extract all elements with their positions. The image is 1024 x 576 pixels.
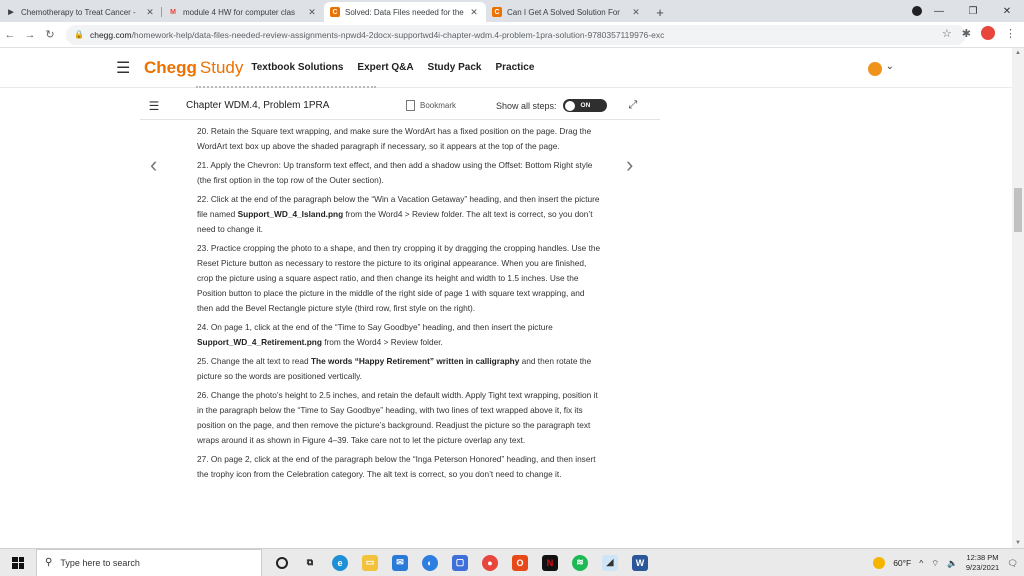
- step-25: 25. Change the alt text to read The word…: [197, 356, 592, 381]
- step-21: 21. Apply the Chevron: Up transform text…: [197, 160, 593, 185]
- taskbar-search-input[interactable]: ⚲ Type here to search: [36, 548, 262, 576]
- menu-dots-icon[interactable]: ⋮: [1005, 27, 1016, 40]
- problem-title: Chapter WDM.4, Problem 1PRA: [186, 100, 330, 111]
- step-23: 23. Practice cropping the photo to a sha…: [197, 243, 601, 313]
- chegg-icon: C: [330, 7, 340, 17]
- browser-tab-1[interactable]: ▶ Chemotherapy to Treat Cancer - ✕: [0, 2, 162, 22]
- weather-icon[interactable]: [873, 557, 886, 569]
- new-tab-button[interactable]: +: [650, 2, 670, 22]
- browser-tab-4[interactable]: C Can I Get A Solved Solution For ✕: [486, 2, 648, 22]
- bookmark-button[interactable]: Bookmark: [406, 100, 496, 111]
- show-steps-toggle[interactable]: ON: [562, 99, 607, 112]
- bookmark-icon: [406, 100, 415, 111]
- office-icon[interactable]: O: [512, 554, 528, 571]
- step-26: 26. Change the photo’s height to 2.5 inc…: [197, 390, 598, 445]
- tray-chevron-icon[interactable]: ^: [919, 558, 923, 568]
- cut-off-text: [196, 86, 376, 90]
- nav-expert-qa[interactable]: Expert Q&A: [357, 62, 413, 73]
- minimize-icon[interactable]: —: [922, 6, 956, 17]
- extensions-icon[interactable]: ✱: [962, 27, 971, 40]
- volume-icon[interactable]: 🔈: [947, 558, 958, 569]
- file-explorer-icon[interactable]: ▭: [362, 554, 378, 571]
- profile-icon[interactable]: [912, 6, 922, 16]
- close-icon[interactable]: ✕: [306, 7, 318, 18]
- word-icon[interactable]: W: [632, 554, 648, 571]
- sticky-notes-icon[interactable]: ◢: [602, 554, 618, 571]
- step-24: 24. On page 1, click at the end of the “…: [197, 322, 553, 347]
- chrome-icon[interactable]: ●: [482, 554, 498, 571]
- previous-step-icon[interactable]: ‹: [150, 152, 157, 178]
- reload-icon[interactable]: ↻: [40, 28, 60, 41]
- step-20: 20. Retain the Square text wrapping, and…: [197, 126, 592, 151]
- close-window-icon[interactable]: ✕: [990, 6, 1024, 17]
- nav-practice[interactable]: Practice: [495, 62, 534, 73]
- edge-icon[interactable]: e: [332, 554, 348, 571]
- close-icon[interactable]: ✕: [144, 7, 156, 18]
- gmail-icon: M: [170, 8, 176, 16]
- problem-toolbar: ☰ Chapter WDM.4, Problem 1PRA Bookmark S…: [140, 92, 660, 120]
- cortana-icon[interactable]: [276, 556, 288, 569]
- windows-logo-icon: [12, 556, 24, 569]
- extension-avatar-icon[interactable]: [981, 26, 995, 40]
- back-icon[interactable]: ←: [0, 29, 20, 41]
- avatar[interactable]: [868, 62, 882, 76]
- mail-icon[interactable]: ✉: [392, 554, 408, 571]
- network-icon[interactable]: ⌔: [931, 558, 939, 569]
- window-controls: — ❐ ✕: [922, 0, 1024, 22]
- notification-icon[interactable]: 🗨: [1007, 558, 1018, 569]
- maximize-icon[interactable]: ❐: [956, 6, 990, 17]
- nav-study-pack[interactable]: Study Pack: [428, 62, 482, 73]
- site-header: ☰ Chegg Study Textbook Solutions Expert …: [0, 48, 1012, 88]
- system-tray: 60°F ^ ⌔ 🔈 12:38 PM 9/23/2021 🗨: [873, 549, 1024, 576]
- address-bar: ← → ↻ 🔒 chegg.com/homework-help/data-fil…: [0, 22, 1024, 48]
- weather-temp[interactable]: 60°F: [893, 558, 911, 568]
- expand-icon[interactable]: ⤢: [629, 99, 638, 112]
- url-input[interactable]: 🔒 chegg.com/homework-help/data-files-nee…: [66, 24, 966, 45]
- task-view-icon[interactable]: ⧉: [302, 555, 318, 571]
- scroll-thumb[interactable]: [1014, 188, 1022, 232]
- app-icon[interactable]: ▢: [452, 554, 468, 571]
- hamburger-menu-icon[interactable]: ☰: [116, 58, 134, 78]
- chegg-icon: C: [492, 7, 502, 17]
- star-icon[interactable]: ☆: [942, 27, 952, 40]
- clock[interactable]: 12:38 PM 9/23/2021: [966, 553, 999, 573]
- nav-textbook-solutions[interactable]: Textbook Solutions: [251, 62, 343, 73]
- next-step-icon[interactable]: ›: [626, 152, 633, 178]
- page-scrollbar[interactable]: ▲ ▼: [1012, 48, 1024, 548]
- chegg-logo[interactable]: Chegg Study: [144, 58, 243, 78]
- forward-icon[interactable]: →: [20, 29, 40, 41]
- show-steps-label: Show all steps:: [496, 100, 557, 111]
- scroll-up-icon[interactable]: ▲: [1012, 50, 1024, 56]
- browser-tab-strip: ▶ Chemotherapy to Treat Cancer - ✕ M mod…: [0, 0, 1024, 22]
- step-27: 27. On page 2, click at the end of the p…: [197, 454, 596, 479]
- list-icon[interactable]: ☰: [140, 99, 168, 113]
- spotify-icon[interactable]: ≋: [572, 554, 588, 571]
- play-icon: ▶: [8, 9, 14, 16]
- scroll-down-icon[interactable]: ▼: [1012, 540, 1024, 546]
- step-22: 22. Click at the end of the paragraph be…: [197, 194, 600, 234]
- lock-icon: 🔒: [74, 30, 84, 39]
- netflix-icon[interactable]: N: [542, 554, 558, 571]
- browser-tab-3[interactable]: C Solved: Data Files needed for the ✕: [324, 2, 486, 22]
- search-icon: ⚲: [45, 557, 53, 568]
- solution-content: 20. Retain the Square text wrapping, and…: [197, 124, 602, 546]
- windows-taskbar: ⚲ Type here to search ⧉ e ▭ ✉ ◐ ▢ ● O N …: [0, 548, 1024, 576]
- main-nav: Textbook Solutions Expert Q&A Study Pack…: [251, 62, 534, 73]
- browser-tab-2[interactable]: M module 4 HW for computer clas ✕: [162, 2, 324, 22]
- start-button[interactable]: [0, 556, 36, 569]
- photos-icon[interactable]: ◐: [422, 554, 438, 571]
- close-icon[interactable]: ✕: [468, 7, 480, 18]
- close-icon[interactable]: ✕: [630, 7, 642, 18]
- chevron-down-icon[interactable]: ⌄: [886, 61, 894, 72]
